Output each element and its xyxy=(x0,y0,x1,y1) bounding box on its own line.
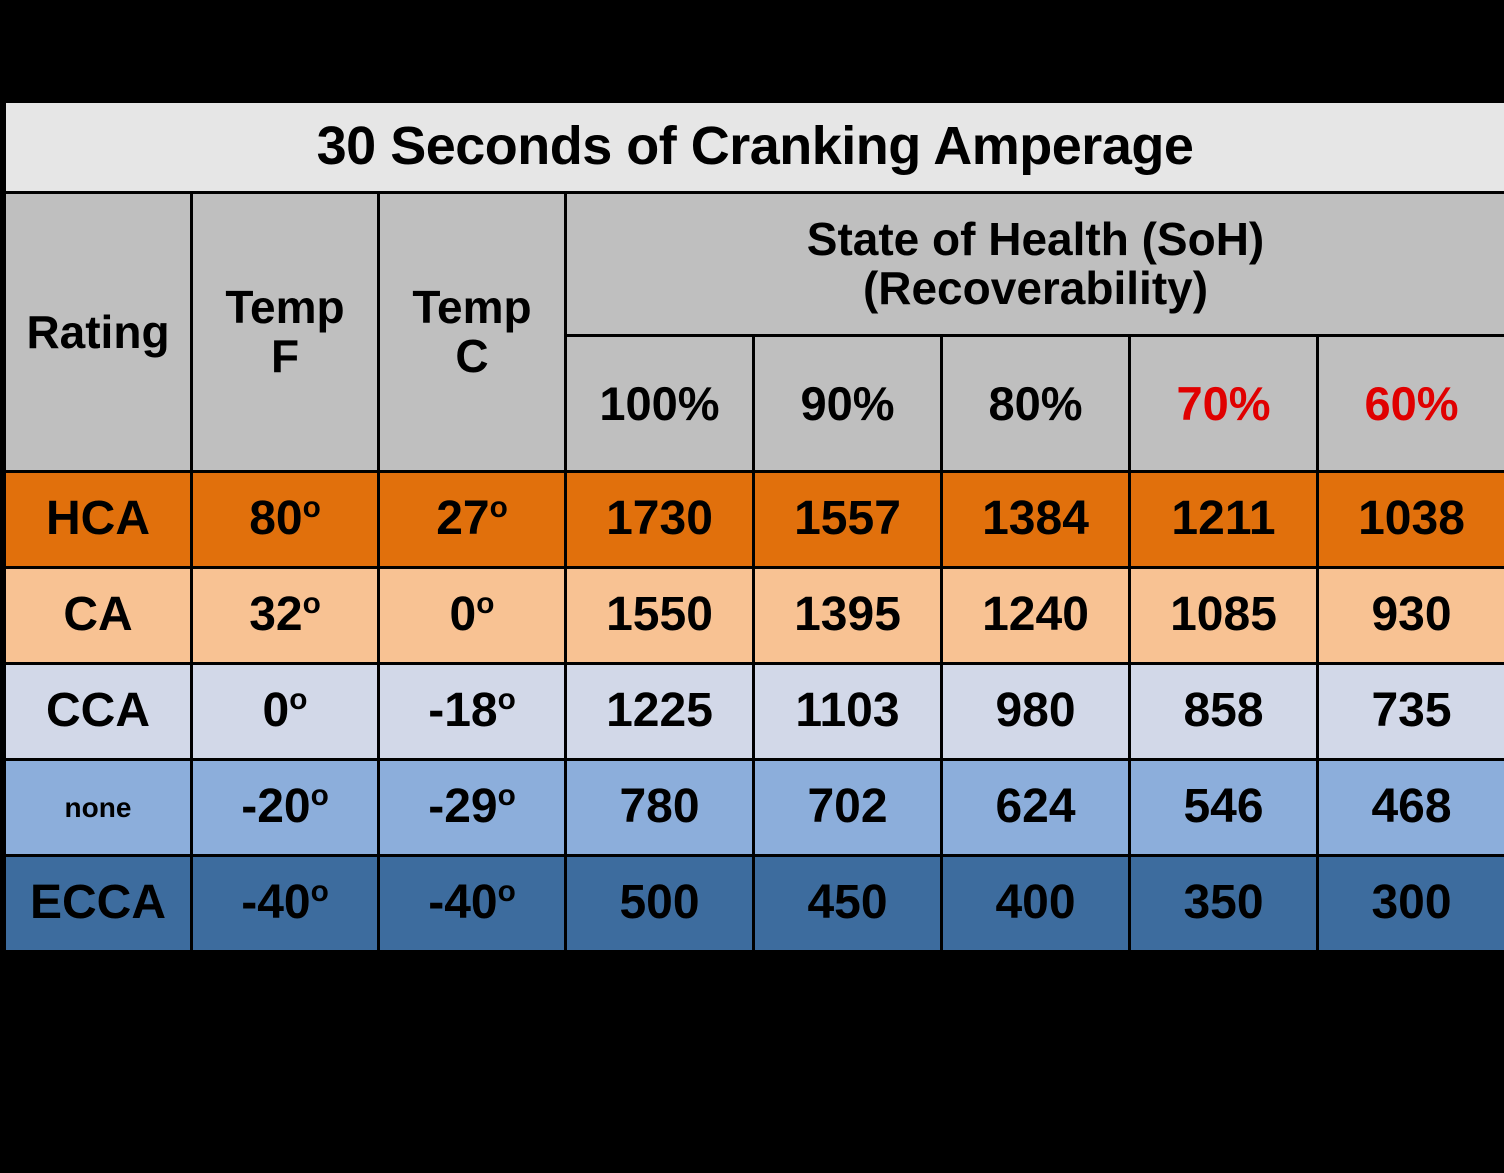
cell-amperage-ca-80pct: 1240 xyxy=(940,566,1131,665)
cell-rating-none: none xyxy=(3,758,193,857)
cell-amperage-cca-80pct: 980 xyxy=(940,662,1131,761)
cell-temp-f: 32o xyxy=(190,566,380,665)
degree-icon: o xyxy=(476,587,495,621)
cell-rating-hca: HCA xyxy=(3,470,193,569)
slide-canvas: 30 Seconds of Cranking Amperage Rating T… xyxy=(0,0,1504,1173)
cell-temp-f: 80o xyxy=(190,470,380,569)
cell-amperage-none-100pct: 780 xyxy=(564,758,755,857)
column-header-temp-c: Temp C xyxy=(377,191,567,473)
degree-icon: o xyxy=(497,683,516,717)
column-header-rating: Rating xyxy=(3,191,193,473)
cell-amperage-ca-100pct: 1550 xyxy=(564,566,755,665)
column-header-soh-60pct: 60% xyxy=(1316,334,1504,473)
column-header-soh-70pct: 70% xyxy=(1128,334,1319,473)
cell-temp-c-value: 0 xyxy=(449,588,477,642)
cell-temp-f: 0o xyxy=(190,662,380,761)
temp-c-label-line1: Temp xyxy=(412,281,532,334)
cell-amperage-hca-100pct: 1730 xyxy=(564,470,755,569)
table-row: CCA 0o -18o 1225 1103 980 858 735 xyxy=(3,662,1504,761)
temp-c-label-line2: C xyxy=(455,330,489,382)
soh-title-line2: (Recoverability) xyxy=(862,262,1209,314)
cell-amperage-hca-80pct: 1384 xyxy=(940,470,1131,569)
degree-icon: o xyxy=(497,875,516,909)
cell-amperage-none-80pct: 624 xyxy=(940,758,1131,857)
cell-temp-c-value: -29 xyxy=(428,780,498,834)
cell-temp-c: 0o xyxy=(377,566,567,665)
cell-amperage-none-60pct: 468 xyxy=(1316,758,1504,857)
degree-icon: o xyxy=(489,491,508,525)
cell-rating-ecca: ECCA xyxy=(3,854,193,953)
cell-amperage-none-70pct: 546 xyxy=(1128,758,1319,857)
table-title-row: 30 Seconds of Cranking Amperage xyxy=(3,100,1504,194)
cell-amperage-hca-60pct: 1038 xyxy=(1316,470,1504,569)
cell-temp-c-value: 27 xyxy=(436,492,490,546)
cell-amperage-ecca-80pct: 400 xyxy=(940,854,1131,953)
column-header-soh-80pct: 80% xyxy=(940,334,1131,473)
column-header-soh-90pct: 90% xyxy=(752,334,943,473)
cell-temp-c-value: -40 xyxy=(428,876,498,930)
cell-amperage-cca-60pct: 735 xyxy=(1316,662,1504,761)
header-row-primary: Rating Temp F Temp C State of Health (So… xyxy=(3,191,1504,473)
temp-f-label-line1: Temp xyxy=(225,281,345,334)
column-header-soh-100pct: 100% xyxy=(564,334,755,473)
cell-amperage-hca-90pct: 1557 xyxy=(752,470,943,569)
cell-amperage-none-90pct: 702 xyxy=(752,758,943,857)
cell-amperage-cca-90pct: 1103 xyxy=(752,662,943,761)
table-row: ECCA -40o -40o 500 450 400 350 300 xyxy=(3,854,1504,953)
column-header-state-of-health: State of Health (SoH) (Recoverability) xyxy=(564,191,1504,337)
temp-f-label-line2: F xyxy=(270,330,300,382)
cell-temp-f-value: -40 xyxy=(241,876,311,930)
cell-amperage-cca-100pct: 1225 xyxy=(564,662,755,761)
amperage-table-container: 30 Seconds of Cranking Amperage Rating T… xyxy=(3,100,1504,953)
cell-amperage-hca-70pct: 1211 xyxy=(1128,470,1319,569)
cell-temp-f-value: 80 xyxy=(249,492,303,546)
table-row: CA 32o 0o 1550 1395 1240 1085 930 xyxy=(3,566,1504,665)
cell-amperage-ecca-70pct: 350 xyxy=(1128,854,1319,953)
cell-temp-c-value: -18 xyxy=(428,684,498,738)
cell-temp-f-value: 32 xyxy=(249,588,303,642)
soh-title-line1: State of Health (SoH) xyxy=(806,213,1265,266)
cell-amperage-ecca-90pct: 450 xyxy=(752,854,943,953)
degree-icon: o xyxy=(302,587,321,621)
cell-rating-ca: CA xyxy=(3,566,193,665)
cell-temp-f-value: -20 xyxy=(241,780,311,834)
table-row: none -20o -29o 780 702 624 546 468 xyxy=(3,758,1504,857)
cell-temp-f-value: 0 xyxy=(262,684,290,738)
cell-amperage-ecca-100pct: 500 xyxy=(564,854,755,953)
cell-temp-f: -20o xyxy=(190,758,380,857)
cell-rating-cca: CCA xyxy=(3,662,193,761)
cell-temp-c: 27o xyxy=(377,470,567,569)
cell-amperage-ca-70pct: 1085 xyxy=(1128,566,1319,665)
cell-amperage-ecca-60pct: 300 xyxy=(1316,854,1504,953)
cell-amperage-cca-70pct: 858 xyxy=(1128,662,1319,761)
cell-temp-c: -40o xyxy=(377,854,567,953)
degree-icon: o xyxy=(289,683,308,717)
table-row: HCA 80o 27o 1730 1557 1384 1211 1038 xyxy=(3,470,1504,569)
cell-temp-c: -29o xyxy=(377,758,567,857)
cranking-amperage-table: 30 Seconds of Cranking Amperage Rating T… xyxy=(3,100,1504,953)
cell-amperage-ca-90pct: 1395 xyxy=(752,566,943,665)
page-title: 30 Seconds of Cranking Amperage xyxy=(3,100,1504,194)
cell-temp-f: -40o xyxy=(190,854,380,953)
degree-icon: o xyxy=(310,875,329,909)
degree-icon: o xyxy=(497,779,516,813)
degree-icon: o xyxy=(302,491,321,525)
column-header-temp-f: Temp F xyxy=(190,191,380,473)
cell-temp-c: -18o xyxy=(377,662,567,761)
cell-amperage-ca-60pct: 930 xyxy=(1316,566,1504,665)
degree-icon: o xyxy=(310,779,329,813)
